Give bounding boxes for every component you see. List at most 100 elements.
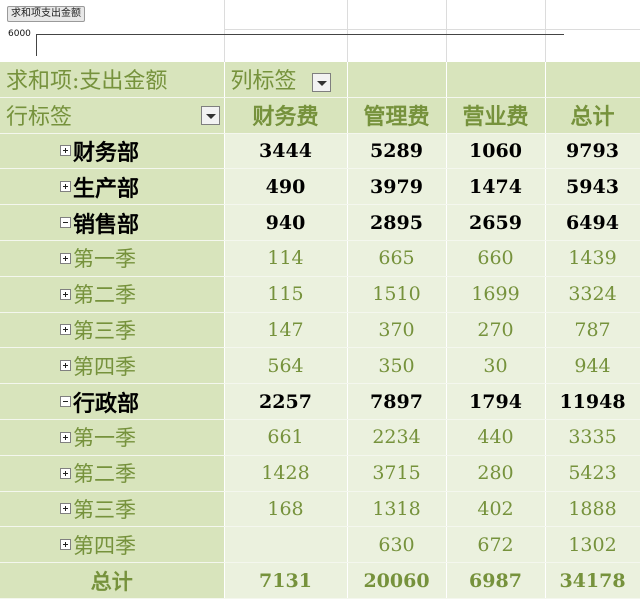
row-label[interactable]: 第一季 [73,247,136,271]
column-header[interactable]: 财务费 [224,97,348,134]
column-header[interactable]: 总计 [545,97,640,134]
value-cell[interactable]: 370 [347,312,447,349]
row-label-cell: 第四季 [0,526,225,564]
collapse-minus-icon[interactable] [60,217,71,229]
value-cell[interactable]: 1888 [545,491,640,528]
expand-plus-icon[interactable] [60,181,71,193]
value-cell[interactable]: 440 [446,419,546,456]
row-label[interactable]: 第四季 [73,355,136,379]
row-label-cell: 第一季 [0,419,225,456]
expand-plus-icon[interactable] [60,431,71,443]
expand-plus-icon[interactable] [60,503,71,515]
pivot-detail-row: 第三季 168 1318 402 1888 [0,491,640,528]
value-cell[interactable]: 147 [224,312,348,349]
value-cell[interactable]: 5423 [545,455,640,492]
value-cell[interactable]: 1060 [446,133,546,170]
expand-plus-icon[interactable] [60,288,71,300]
grand-total-cell[interactable]: 7131 [224,562,348,599]
value-cell[interactable]: 665 [347,240,447,277]
row-label[interactable]: 第三季 [73,498,136,522]
value-cell[interactable]: 3324 [545,276,640,313]
value-cell[interactable]: 1474 [446,168,546,206]
row-label[interactable]: 第四季 [73,534,136,558]
value-cell[interactable]: 1318 [347,491,447,528]
value-cell[interactable]: 350 [347,347,447,385]
value-cell[interactable]: 11948 [545,383,640,420]
axis-value-label: 6000 [8,29,31,39]
value-cell[interactable]: 30 [446,347,546,385]
value-cell[interactable]: 3715 [347,455,447,492]
column-header[interactable]: 管理费 [347,97,447,134]
value-cell[interactable]: 3335 [545,419,640,456]
value-cell[interactable]: 940 [224,204,348,241]
expand-plus-icon[interactable] [60,467,71,479]
value-cell[interactable]: 114 [224,240,348,277]
pivot-field-button[interactable]: 求和项支出金额 [7,6,85,22]
value-cell[interactable]: 490 [224,168,348,206]
grand-total-cell[interactable]: 6987 [446,562,546,599]
value-cell[interactable]: 1439 [545,240,640,277]
row-filter-dropdown-icon[interactable] [200,105,220,125]
value-field-label: 求和项:支出金额 [0,62,225,98]
value-cell[interactable]: 564 [224,347,348,385]
value-cell[interactable]: 168 [224,491,348,528]
value-cell[interactable]: 2895 [347,204,447,241]
row-label[interactable]: 行政部 [73,392,139,417]
grand-total-cell[interactable]: 34178 [545,562,640,599]
value-cell[interactable]: 630 [347,526,447,564]
expand-plus-icon[interactable] [60,324,71,336]
row-label[interactable]: 财务部 [73,141,139,166]
value-cell[interactable]: 115 [224,276,348,313]
value-cell[interactable]: 9793 [545,133,640,170]
value-cell[interactable]: 7897 [347,383,447,420]
column-filter-dropdown-icon[interactable] [311,72,331,92]
value-cell[interactable]: 280 [446,455,546,492]
row-labels-text: 行标签 [6,105,73,131]
column-header[interactable]: 营业费 [446,97,546,134]
value-cell[interactable]: 2234 [347,419,447,456]
value-cell[interactable] [224,526,348,564]
expand-plus-icon[interactable] [60,252,71,264]
column-labels-text: 列标签 [230,69,297,95]
value-cell[interactable]: 1794 [446,383,546,420]
value-cell[interactable]: 1428 [224,455,348,492]
row-label[interactable]: 第二季 [73,283,136,307]
row-label[interactable]: 销售部 [73,213,139,238]
value-cell[interactable]: 660 [446,240,546,277]
value-cell[interactable]: 270 [446,312,546,349]
pivot-total-row: 总计 7131 20060 6987 34178 [0,562,640,599]
value-cell[interactable]: 672 [446,526,546,564]
value-cell[interactable]: 5289 [347,133,447,170]
value-cell[interactable]: 402 [446,491,546,528]
column-labels-header: 列标签 [224,62,348,98]
value-cell[interactable]: 3444 [224,133,348,170]
collapse-minus-icon[interactable] [60,396,71,408]
header-empty-cell [545,62,640,98]
grand-total-cell[interactable]: 20060 [347,562,447,599]
expand-plus-icon[interactable] [60,145,71,157]
value-cell[interactable]: 2659 [446,204,546,241]
pivot-detail-row: 第二季 115 1510 1699 3324 [0,276,640,313]
grid-line [446,0,447,62]
row-label[interactable]: 第三季 [73,319,136,343]
row-label[interactable]: 生产部 [73,177,139,202]
value-cell[interactable]: 1510 [347,276,447,313]
value-cell[interactable]: 944 [545,347,640,385]
expand-plus-icon[interactable] [60,360,71,372]
grand-total-label: 总计 [0,562,225,599]
value-cell[interactable]: 1699 [446,276,546,313]
value-cell[interactable]: 787 [545,312,640,349]
value-cell[interactable]: 2257 [224,383,348,420]
row-labels-header: 行标签 [0,97,225,134]
value-cell[interactable]: 5943 [545,168,640,206]
pivot-detail-row: 第一季 114 665 660 1439 [0,240,640,277]
expand-plus-icon[interactable] [60,539,71,551]
row-label[interactable]: 第一季 [73,426,136,450]
row-label[interactable]: 第二季 [73,462,136,486]
value-cell[interactable]: 6494 [545,204,640,241]
row-label-cell: 销售部 [0,204,225,241]
value-cell[interactable]: 1302 [545,526,640,564]
value-cell[interactable]: 3979 [347,168,447,206]
value-cell[interactable]: 661 [224,419,348,456]
pivot-detail-row: 第三季 147 370 270 787 [0,312,640,349]
